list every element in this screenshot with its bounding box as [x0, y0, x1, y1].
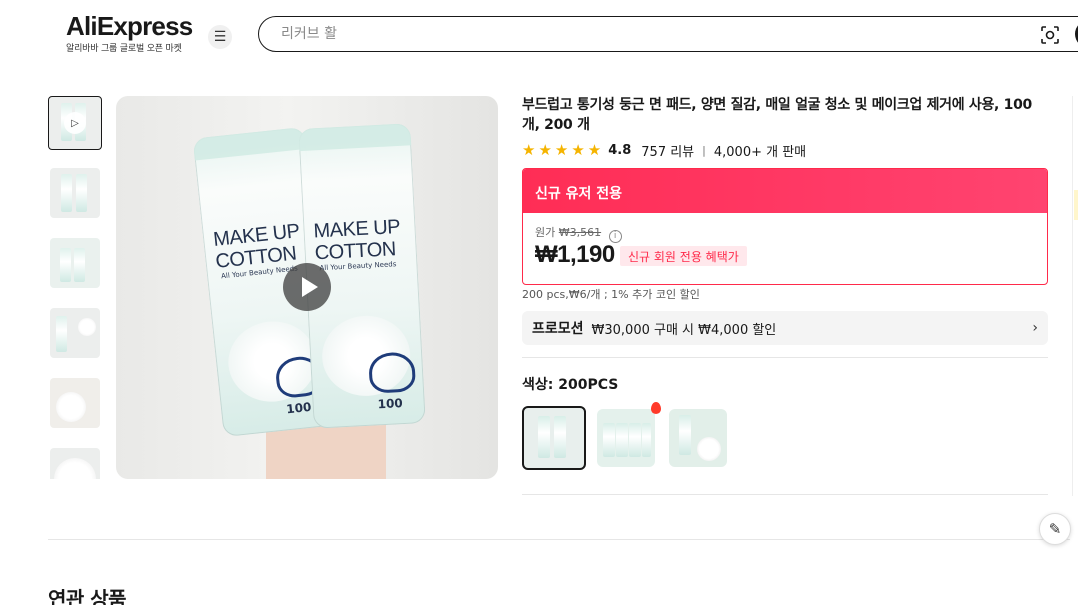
thumbnail-image[interactable]	[50, 308, 100, 358]
promotion-row[interactable]: 프로모션 ₩30,000 구매 시 ₩4,000 할인 ›	[522, 311, 1048, 345]
product-title: 부드럽고 통기성 둥근 면 패드, 양면 질감, 매일 얼굴 청소 및 메이크업…	[522, 97, 1032, 133]
logo-subtitle: 알리바바 그룹 글로벌 오픈 마켓	[66, 44, 182, 54]
promotion-text: ₩30,000 구매 시 ₩4,000 할인	[591, 322, 777, 338]
thumbnail-image[interactable]	[50, 168, 100, 218]
thumbnail-video[interactable]: ▷	[48, 96, 102, 150]
original-price-value: ₩3,561	[558, 226, 602, 239]
divider	[522, 357, 1048, 358]
bag-title: MAKE UP COTTON	[313, 215, 401, 265]
side-panel-accent	[1074, 190, 1078, 220]
star-rating-icon: ★★★★★	[522, 141, 605, 159]
pencil-icon[interactable]: ✎	[1039, 513, 1071, 545]
sku-option-2[interactable]	[597, 409, 655, 467]
play-icon: ▷	[64, 112, 86, 134]
product-main-image[interactable]: MAKE UP COTTON All Your Beauty Needs 100…	[116, 96, 498, 479]
thumbnail-image[interactable]	[50, 378, 100, 428]
section-divider	[48, 539, 1070, 540]
rating-row[interactable]: ★★★★★ 4.8 757 리뷰 | 4,000+ 개 판매	[522, 140, 806, 160]
logo-wordmark: AliExpress	[66, 11, 193, 41]
thumbnail-gallery: ▷	[48, 96, 104, 479]
original-price-label: 원가	[535, 226, 556, 239]
thumbnail-image[interactable]	[50, 238, 100, 288]
color-label: 색상: 200PCS	[522, 377, 619, 393]
side-panel-edge	[1072, 96, 1078, 496]
play-icon[interactable]	[283, 263, 331, 311]
review-count[interactable]: 757 리뷰	[641, 141, 694, 160]
aliexpress-logo[interactable]: AliExpress 알리바바 그룹 글로벌 오픈 마켓	[66, 11, 193, 54]
sku-option-200pcs[interactable]	[522, 406, 586, 470]
bag-count: 100	[377, 396, 404, 412]
promotion-title: 프로모션	[532, 321, 584, 337]
thumbnail-image[interactable]	[50, 448, 100, 479]
bag-count: 100	[285, 399, 313, 417]
fire-icon	[651, 402, 661, 414]
new-user-deal-box: 신규 유저 전용 원가 ₩3,561 i ₩1,190 신규 회원 전용 혜택가	[522, 168, 1048, 285]
camera-scan-icon[interactable]	[1040, 25, 1060, 45]
cotton-flower-icon	[368, 351, 417, 394]
price-badge: 신규 회원 전용 혜택가	[620, 246, 747, 266]
chevron-right-icon: ›	[1032, 320, 1038, 336]
search-input[interactable]	[281, 24, 981, 44]
unit-price-info: 200 pcs,₩6/개 ; 1% 추가 코인 할인	[522, 288, 700, 301]
sold-count: 4,000+ 개 판매	[713, 144, 807, 160]
rating-value: 4.8	[608, 142, 632, 158]
sku-option-3[interactable]	[669, 409, 727, 467]
divider	[522, 494, 1048, 495]
current-price: ₩1,190	[535, 241, 615, 268]
related-products-title: 연관 상품	[48, 587, 127, 605]
divider-dot: |	[702, 143, 706, 157]
menu-icon[interactable]: ☰	[208, 25, 232, 49]
deal-header: 신규 유저 전용	[523, 169, 1047, 213]
search-bar	[258, 16, 1078, 52]
